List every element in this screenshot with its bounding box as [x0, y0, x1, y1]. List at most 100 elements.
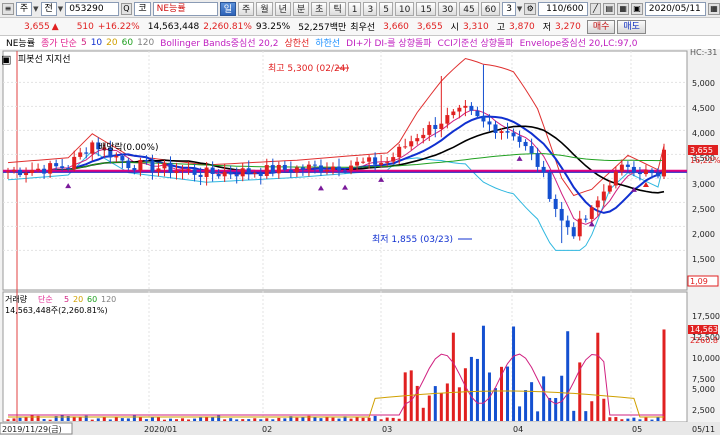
period-button-day[interactable]: 일	[219, 1, 237, 16]
price-tag-current-label: 3,655	[690, 146, 713, 155]
candle-body	[42, 168, 47, 174]
volume-bar	[367, 417, 371, 421]
volume-bar	[217, 415, 221, 421]
line-icon[interactable]: ▤	[603, 2, 616, 15]
period-button-week[interactable]: 주	[238, 1, 255, 16]
period-button-month[interactable]: 월	[256, 1, 273, 16]
legend-ma10[interactable]: 10	[91, 38, 102, 48]
period-button-second[interactable]: 초	[311, 1, 328, 16]
period-button-minute[interactable]: 분	[292, 1, 310, 16]
minute-button-10[interactable]: 10	[394, 1, 415, 16]
chart-type-select[interactable]: 주	[15, 1, 33, 16]
stock-name-field[interactable]: NE능률	[152, 1, 218, 16]
volume-current: 14,563,448주(2,260.81%)	[5, 306, 108, 315]
grid-icon[interactable]: ▦	[617, 2, 630, 15]
volume-legend-ma60[interactable]: 60	[87, 295, 97, 304]
minute-button-5[interactable]: 5	[379, 1, 393, 16]
volume-bar	[96, 418, 100, 421]
volume-bar	[114, 416, 118, 421]
minute-button-15[interactable]: 15	[416, 1, 436, 16]
candle-body	[222, 172, 227, 177]
volume-legend-ma5[interactable]: 5	[64, 295, 69, 304]
search-icon[interactable]: Q	[120, 2, 133, 15]
volume-bar	[421, 407, 425, 421]
candle-body	[90, 142, 95, 154]
candle-body	[475, 110, 480, 117]
candle-body	[228, 172, 233, 175]
date-field[interactable]: 2020/05/11	[644, 1, 707, 16]
legend-envelope[interactable]: Envelope중심선 20,LC:97,0	[520, 36, 638, 49]
volume-bar	[469, 356, 473, 421]
stock-chart-area[interactable]: ▣ 피봇선 지지선 HC:-31 최고 5,300 (02/24) 최저 1,8…	[0, 49, 720, 435]
legend-bb-lower[interactable]: 하한선	[315, 36, 340, 49]
candle-body	[607, 185, 612, 192]
legend-ma5[interactable]: 5	[81, 38, 87, 48]
candle-body	[216, 173, 221, 177]
volume-legend-ma-label[interactable]: 단순	[38, 294, 53, 304]
mode-select[interactable]: 전	[40, 1, 57, 16]
count-field[interactable]: 110/600	[538, 1, 588, 16]
candle-body	[535, 153, 540, 167]
chevron-down-icon[interactable]: ▼	[517, 5, 522, 13]
legend-stock-name[interactable]: NE능률	[6, 36, 35, 49]
volume-bar	[644, 417, 648, 421]
minute-select[interactable]: 3	[502, 1, 516, 16]
chart-icon[interactable]: ╱	[589, 2, 602, 15]
menu-icon[interactable]: ≡	[2, 2, 14, 15]
volume-tag-percent-label: 2260.8	[690, 336, 718, 345]
sell-button[interactable]: 매도	[617, 19, 646, 34]
volume-legend-title[interactable]: 거래량	[5, 294, 28, 304]
drag-handle-icon[interactable]: ▣	[1, 53, 11, 66]
volume-bar	[211, 417, 215, 421]
price-change: 510	[76, 21, 94, 32]
buy-button[interactable]: 매수	[586, 19, 616, 34]
volume-bar	[30, 415, 34, 421]
period-button-year[interactable]: 년	[274, 1, 291, 16]
legend-di-cross[interactable]: DI+가 DI-를 상향돌파	[346, 36, 431, 49]
minute-button-30[interactable]: 30	[437, 1, 458, 16]
period-button-tick[interactable]: 틱	[329, 1, 346, 16]
candle-body	[463, 105, 468, 108]
priority-label: 최우선	[350, 23, 376, 33]
up-arrow-icon: ▲	[51, 21, 59, 32]
legend-cci-cross[interactable]: CCI기준선 상향돌파	[438, 36, 514, 49]
candle-body	[54, 163, 59, 167]
volume-bar	[632, 417, 636, 421]
candle-body	[493, 124, 498, 133]
legend-ma60[interactable]: 60	[122, 38, 133, 48]
legend-ma-label[interactable]: 종가 단순	[41, 36, 77, 49]
candle-body	[234, 174, 239, 177]
volume-legend-ma120[interactable]: 120	[101, 295, 116, 304]
low-price: 3,270	[555, 21, 581, 32]
candle-body	[553, 198, 558, 209]
calendar-picker-icon[interactable]: ▦	[708, 2, 720, 15]
volume-bar	[439, 393, 443, 421]
candle-body	[397, 146, 402, 158]
legend-bollinger[interactable]: Bollinger Bands중심선 20,2	[160, 36, 278, 49]
candle-body	[523, 141, 528, 147]
volume-bar	[373, 415, 377, 421]
chevron-down-icon[interactable]: ▼	[58, 5, 63, 13]
calendar-icon[interactable]: ▣	[631, 2, 643, 15]
minute-button-45[interactable]: 45	[459, 1, 479, 16]
legend-ma20[interactable]: 20	[106, 38, 117, 48]
volume-bar	[108, 419, 112, 421]
settings-icon[interactable]: ⚙	[524, 2, 537, 15]
stock-code-input[interactable]: 053290	[65, 1, 119, 16]
minute-button-1[interactable]: 1	[347, 1, 362, 16]
candle-body	[649, 170, 654, 174]
candle-body	[246, 168, 251, 174]
legend-bb-upper[interactable]: 상한선	[284, 36, 309, 49]
right-tag-label: 1,09	[690, 277, 708, 286]
candle-body	[180, 170, 185, 172]
chevron-down-icon[interactable]: ▼	[33, 5, 38, 13]
minute-button-60[interactable]: 60	[480, 1, 501, 16]
volume-bar	[42, 419, 46, 421]
candle-body	[138, 159, 143, 171]
volume-legend-ma20[interactable]: 20	[73, 295, 83, 304]
volume-bar	[18, 417, 22, 421]
minute-button-3[interactable]: 3	[363, 1, 378, 16]
legend-ma120[interactable]: 120	[137, 38, 154, 48]
volume-bar	[506, 366, 510, 421]
volume-bar	[481, 325, 485, 421]
